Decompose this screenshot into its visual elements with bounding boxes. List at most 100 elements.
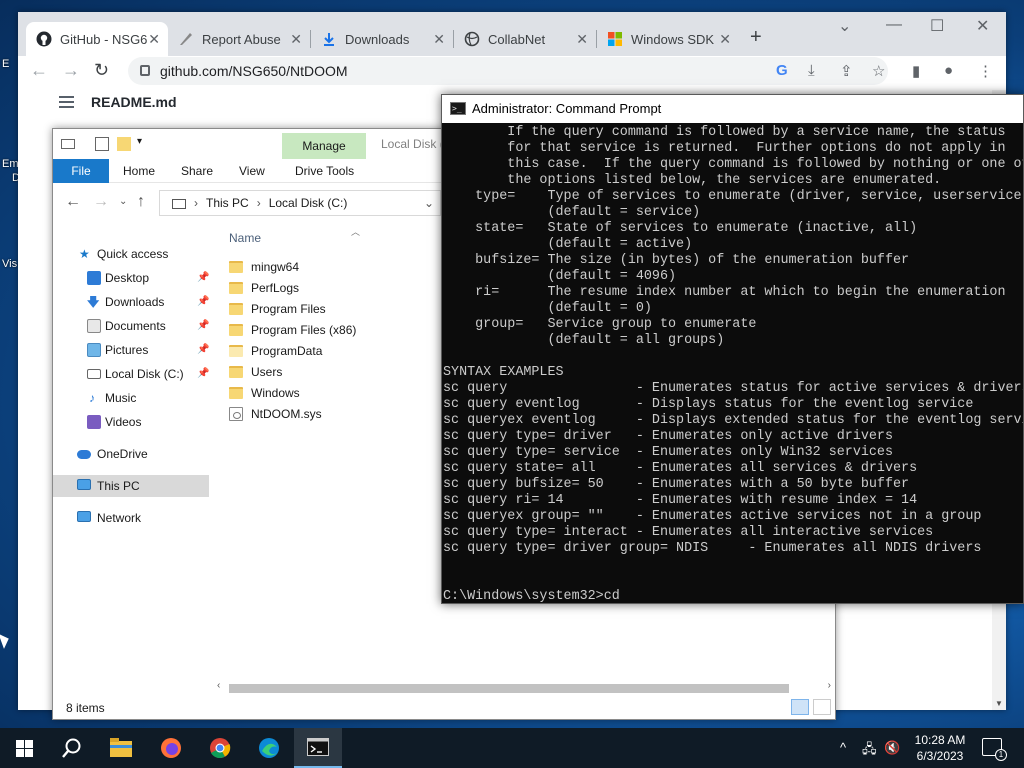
taskbar-command-prompt[interactable]	[294, 728, 342, 768]
new-tab-icon[interactable]: +	[750, 26, 762, 49]
nav-onedrive[interactable]: OneDrive	[53, 443, 209, 465]
file-row[interactable]: PerfLogs	[229, 278, 429, 299]
close-tab-icon[interactable]: ✕	[433, 31, 445, 48]
pictures-icon	[87, 343, 101, 357]
pin-icon[interactable]: 📌	[197, 291, 209, 313]
pin-icon[interactable]: 📌	[197, 267, 209, 289]
desktop-icon-label[interactable]: E	[2, 58, 9, 70]
forward-icon[interactable]: →	[62, 60, 80, 81]
file-row[interactable]: Windows	[229, 383, 429, 404]
network-tray-icon[interactable]: 🖧	[862, 740, 877, 762]
nav-quick-access[interactable]: ★ Quick access	[53, 243, 209, 265]
details-view-icon[interactable]	[791, 699, 809, 715]
taskbar-firefox[interactable]	[146, 728, 194, 768]
pin-icon[interactable]: 📌	[197, 363, 209, 385]
nav-label: Downloads	[105, 295, 165, 309]
nav-desktop[interactable]: Desktop 📌	[53, 267, 209, 289]
cmd-line: type= Type of services to enumerate (dri…	[443, 189, 1024, 204]
tab-label: GitHub - NSG6	[60, 31, 148, 47]
address-dropdown-icon[interactable]: ⌄	[424, 191, 434, 215]
close-window-icon[interactable]: ✕	[976, 16, 989, 36]
scroll-left-icon[interactable]: ‹	[217, 680, 220, 691]
customize-qat-icon[interactable]: ▾	[137, 136, 142, 147]
back-icon[interactable]: ←	[30, 60, 48, 81]
ribbon-tab-drive-tools[interactable]: Drive Tools	[295, 159, 354, 183]
outline-menu-icon[interactable]	[59, 96, 74, 108]
taskbar-chrome[interactable]	[196, 728, 244, 768]
nav-this-pc[interactable]: This PC	[53, 475, 209, 497]
file-row[interactable]: Users	[229, 362, 429, 383]
google-translate-icon[interactable]: G	[776, 62, 788, 79]
horizontal-scrollbar[interactable]: ‹ ›	[215, 680, 833, 695]
search-button[interactable]	[48, 728, 96, 768]
close-tab-icon[interactable]: ✕	[290, 31, 302, 48]
browser-tab-report-abuse[interactable]: Report Abuse ✕	[168, 22, 310, 56]
profile-avatar-icon[interactable]: ●	[944, 62, 953, 79]
breadcrumb-local-disk[interactable]: Local Disk (C:)	[269, 196, 348, 210]
ribbon-tab-view[interactable]: View	[239, 159, 265, 183]
column-header-name[interactable]: Name	[229, 231, 261, 245]
side-panel-icon[interactable]: ▮	[912, 62, 920, 80]
close-tab-icon[interactable]: ✕	[148, 31, 160, 48]
install-icon[interactable]: ⤓	[808, 62, 815, 79]
nav-local-disk[interactable]: Local Disk (C:) 📌	[53, 363, 209, 385]
desktop-icon-label[interactable]: Em	[2, 158, 19, 170]
properties-icon[interactable]	[95, 137, 109, 151]
file-name: NtDOOM.sys	[251, 407, 322, 421]
nav-label: Videos	[105, 415, 142, 429]
nav-pictures[interactable]: Pictures 📌	[53, 339, 209, 361]
ribbon-tab-home[interactable]: Home	[123, 159, 155, 183]
new-folder-icon[interactable]	[117, 137, 131, 151]
clock[interactable]: 10:28 AM 6/3/2023	[906, 732, 974, 764]
forward-icon[interactable]: →	[93, 193, 109, 211]
address-bar[interactable]: github.com/NSG650/NtDOOM	[128, 57, 888, 85]
taskbar-file-explorer[interactable]	[97, 728, 145, 768]
pin-icon[interactable]: 📌	[197, 315, 209, 337]
readme-title[interactable]: README.md	[91, 94, 177, 110]
close-tab-icon[interactable]: ✕	[576, 31, 588, 48]
nav-network[interactable]: Network	[53, 507, 209, 529]
minimize-icon[interactable]: —	[886, 16, 902, 34]
file-row[interactable]: Program Files (x86)	[229, 320, 429, 341]
scroll-right-icon[interactable]: ›	[828, 680, 831, 691]
menu-kebab-icon[interactable]: ⋮	[978, 62, 993, 80]
nav-documents[interactable]: Documents 📌	[53, 315, 209, 337]
file-row[interactable]: Program Files	[229, 299, 429, 320]
reload-icon[interactable]: ↻	[94, 60, 109, 81]
scroll-thumb[interactable]	[229, 684, 789, 693]
browser-tab-collabnet[interactable]: CollabNet ✕	[454, 22, 596, 56]
manage-tab[interactable]: Manage	[282, 133, 366, 159]
close-tab-icon[interactable]: ✕	[719, 31, 731, 48]
share-icon[interactable]: ⇪	[840, 62, 853, 80]
ribbon-tab-share[interactable]: Share	[181, 159, 213, 183]
file-row[interactable]: mingw64	[229, 257, 429, 278]
nav-music[interactable]: ♪ Music	[53, 387, 209, 409]
tab-search-chevron-icon[interactable]: ⌄	[838, 16, 851, 36]
recent-locations-icon[interactable]: ⌄	[119, 196, 127, 207]
large-icons-view-icon[interactable]	[813, 699, 831, 715]
cmd-title-bar[interactable]: Administrator: Command Prompt	[442, 95, 1023, 123]
volume-muted-icon[interactable]: 🔇	[884, 740, 900, 756]
taskbar-edge[interactable]	[245, 728, 293, 768]
show-hidden-icons-icon[interactable]: ^	[840, 740, 846, 755]
file-row[interactable]: NtDOOM.sys	[229, 404, 429, 425]
cmd-output[interactable]: If the query command is followed by a se…	[443, 125, 1024, 603]
maximize-icon[interactable]: ☐	[930, 16, 944, 36]
desktop-icon-label[interactable]: Vis	[2, 258, 17, 270]
breadcrumb-this-pc[interactable]: This PC	[206, 196, 249, 210]
nav-downloads[interactable]: 🡇 Downloads 📌	[53, 291, 209, 313]
browser-tab-github[interactable]: GitHub - NSG6 ✕	[26, 22, 168, 56]
explorer-address-bar[interactable]: › This PC › Local Disk (C:) ⌄	[159, 190, 441, 216]
nav-videos[interactable]: Videos	[53, 411, 209, 433]
start-button[interactable]	[0, 728, 48, 768]
pin-icon[interactable]: 📌	[197, 339, 209, 361]
back-icon[interactable]: ←	[65, 193, 81, 211]
up-icon[interactable]: ↑	[137, 193, 145, 211]
notification-center-icon[interactable]: 1	[982, 738, 1007, 761]
browser-tab-downloads[interactable]: Downloads ✕	[311, 22, 453, 56]
browser-tab-windows-sdk[interactable]: Windows SDK ✕	[597, 22, 739, 56]
file-row[interactable]: ProgramData	[229, 341, 429, 362]
ribbon-tab-file[interactable]: File	[53, 159, 109, 183]
bookmark-star-icon[interactable]: ☆	[872, 62, 885, 80]
scroll-down-icon[interactable]: ▼	[995, 699, 1003, 708]
